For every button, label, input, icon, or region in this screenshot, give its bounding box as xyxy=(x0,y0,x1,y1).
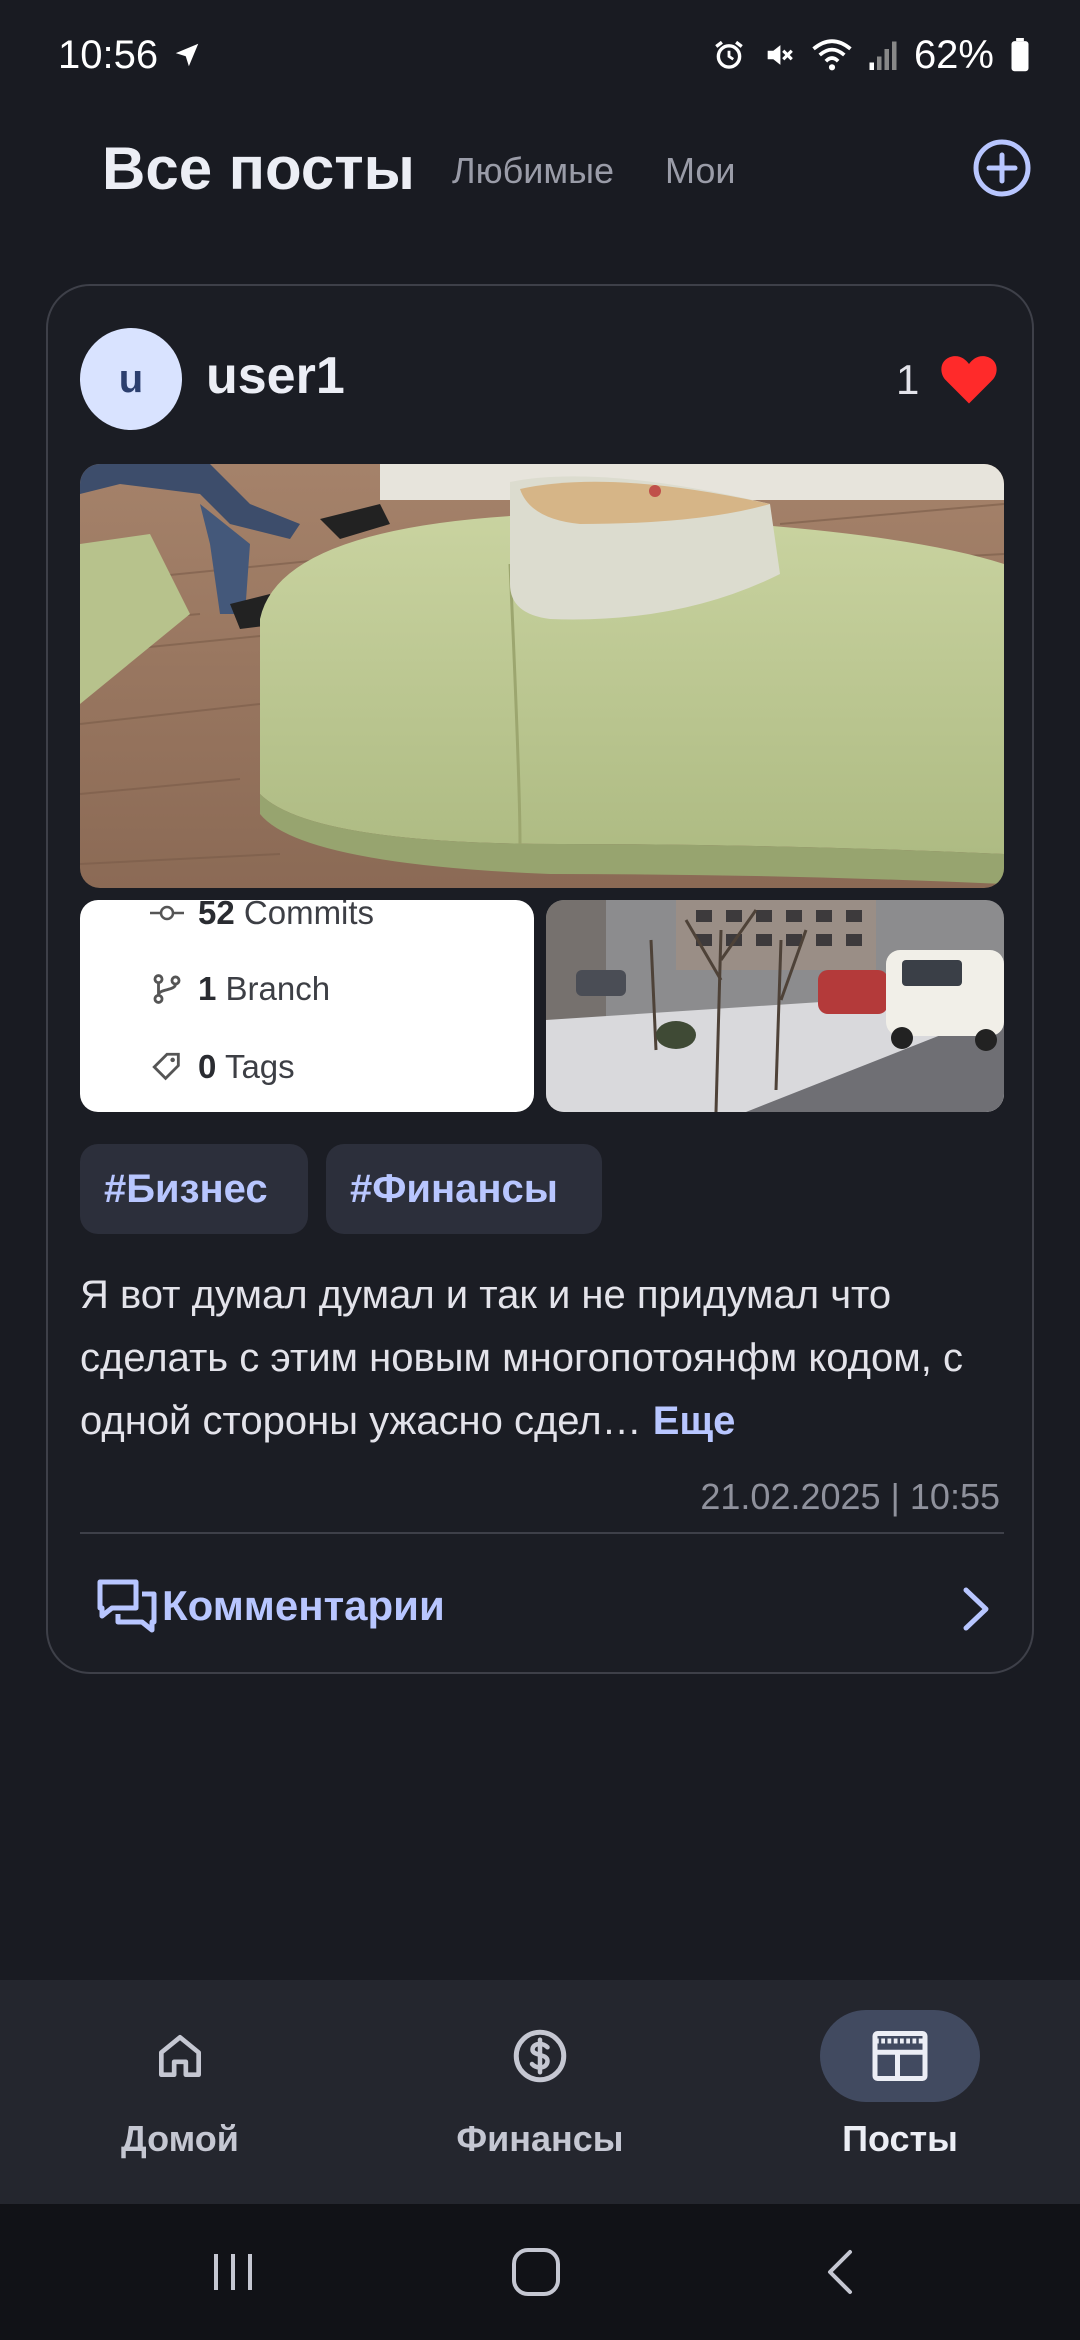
signal-icon xyxy=(869,41,897,70)
mute-icon xyxy=(767,45,793,65)
tags-text: 0 Tags xyxy=(198,1048,295,1085)
branch-text: 1 Branch xyxy=(198,970,331,1007)
post-date: 21.02.2025 | 10:55 xyxy=(700,1476,1000,1517)
tags-row: 0 Tags xyxy=(150,1048,295,1086)
read-more-link[interactable]: Еще xyxy=(653,1399,736,1443)
posts-screen: 10:56 62% Все посты Любимые Мои u user1 … xyxy=(0,0,1080,2340)
chevron-right-icon xyxy=(963,1587,989,1631)
status-time: 10:56 xyxy=(58,32,159,77)
nav-posts[interactable]: Посты xyxy=(720,1980,1080,2204)
commits-text: 52 Commits xyxy=(198,900,375,931)
tag-chip-label: #Бизнес xyxy=(104,1166,268,1211)
wifi-icon xyxy=(812,39,852,71)
recent-apps-button[interactable] xyxy=(208,2244,258,2300)
tab-mine[interactable]: Мои xyxy=(665,150,736,192)
branch-icon xyxy=(153,974,181,1004)
home-button[interactable] xyxy=(508,2244,564,2300)
nav-finance-icon-wrap xyxy=(480,2010,600,2102)
status-right: 62% xyxy=(712,33,1030,78)
nav-finance-label: Финансы xyxy=(456,2118,624,2159)
post-photo-commits[interactable]: 52 Commits 1 Branch 0 Tags xyxy=(80,900,534,1112)
divider xyxy=(80,1532,1004,1534)
navigation-arrow-icon xyxy=(175,43,199,67)
posts-header: Все посты Любимые Мои xyxy=(0,120,1080,220)
tag-icon xyxy=(152,1052,180,1081)
status-left: 10:56 xyxy=(58,33,202,78)
post-photo-sofa[interactable] xyxy=(80,464,1004,888)
nav-finance[interactable]: Финансы xyxy=(360,1980,720,2204)
alarm-icon xyxy=(715,40,743,69)
tag-chip-label: #Финансы xyxy=(350,1166,558,1211)
nav-home-label: Домой xyxy=(121,2118,239,2159)
branch-row: 1 Branch xyxy=(150,970,330,1008)
post-body-text: Я вот думал думал и так и не придумал чт… xyxy=(80,1273,963,1443)
bottom-nav: Домой Финансы Посты xyxy=(0,1980,1080,2204)
post-photo-street[interactable] xyxy=(546,900,1004,1112)
back-button[interactable] xyxy=(820,2244,860,2300)
nav-posts-icon-wrap xyxy=(820,2010,980,2102)
post-card[interactable]: u user1 1 52 Commits 1 Branch 0 Tags #Би… xyxy=(46,284,1034,1674)
comments-label: Комментарии xyxy=(162,1582,445,1629)
heart-icon[interactable] xyxy=(938,350,1000,406)
dollar-circle-icon xyxy=(513,2029,567,2083)
comments-button[interactable]: Комментарии xyxy=(80,1542,1004,1660)
commit-icon xyxy=(150,905,184,921)
nav-home[interactable]: Домой xyxy=(0,1980,360,2204)
nav-home-icon-wrap xyxy=(120,2010,240,2102)
nav-posts-label: Посты xyxy=(842,2118,958,2159)
post-body: Я вот думал думал и так и не придумал чт… xyxy=(80,1264,1010,1453)
newspaper-icon xyxy=(872,2031,928,2081)
comments-icon xyxy=(97,1579,157,1633)
battery-icon xyxy=(1011,38,1029,72)
tag-chip-business[interactable]: #Бизнес xyxy=(80,1144,308,1234)
system-nav-bar xyxy=(0,2204,1080,2340)
tag-chip-finance[interactable]: #Финансы xyxy=(326,1144,602,1234)
status-bar: 10:56 62% xyxy=(0,0,1080,110)
add-post-button[interactable] xyxy=(972,138,1032,198)
battery-percent: 62% xyxy=(913,32,994,77)
like-count: 1 xyxy=(896,356,920,403)
home-icon xyxy=(159,2035,202,2077)
avatar[interactable]: u xyxy=(80,328,182,430)
commits-row: 52 Commits xyxy=(150,900,374,932)
post-username[interactable]: user1 xyxy=(206,346,345,406)
tab-favorites[interactable]: Любимые xyxy=(452,150,614,192)
tab-all-posts[interactable]: Все посты xyxy=(102,134,415,203)
